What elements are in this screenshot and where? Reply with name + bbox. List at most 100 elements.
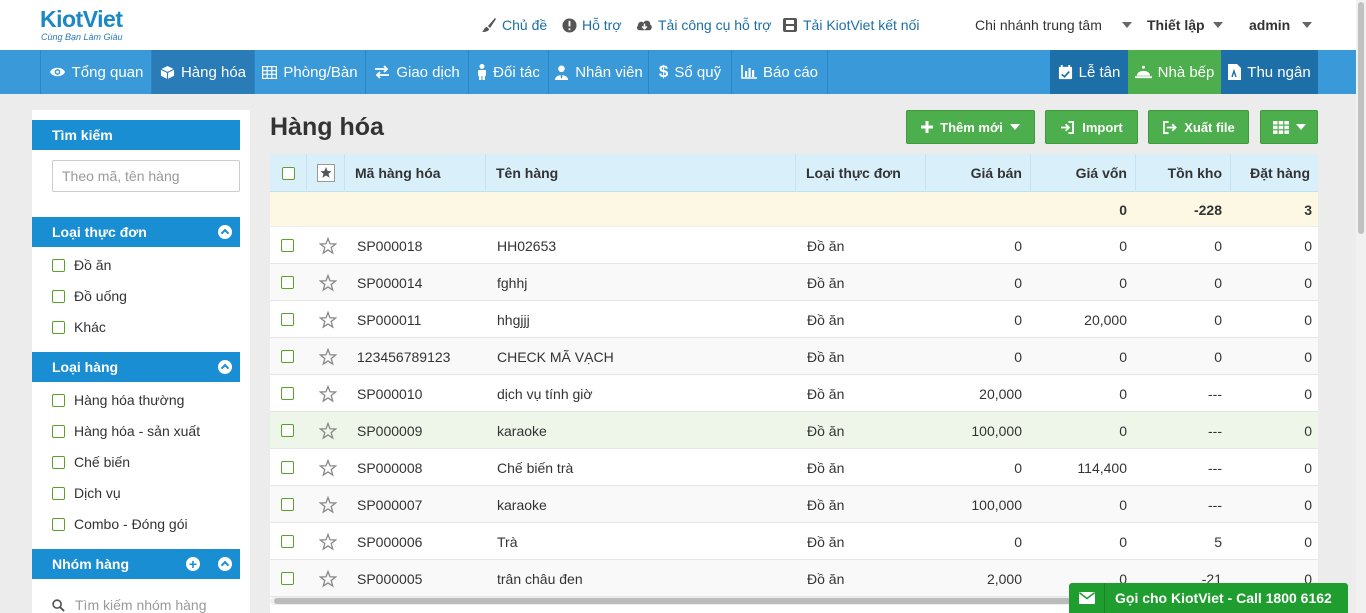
star-icon[interactable] — [319, 412, 339, 449]
star-icon[interactable] — [319, 227, 339, 264]
nav-cashier[interactable]: Thu ngân — [1221, 50, 1318, 94]
cell-code: SP000007 — [357, 496, 423, 513]
nav-staff[interactable]: Nhân viên — [549, 50, 649, 94]
product-search-input[interactable] — [52, 160, 240, 192]
checkbox[interactable] — [52, 455, 65, 469]
table-row[interactable]: SP000018 HH02653 Đồ ăn 0 0 0 0 — [270, 227, 1318, 264]
call-kiotviet-bar[interactable]: Gọi cho KiotViet - Call 1800 6162 — [1069, 583, 1348, 613]
row-checkbox[interactable] — [281, 313, 294, 326]
menu-type-drink[interactable]: Đồ uống — [52, 288, 127, 304]
main-nav: Tổng quan Hàng hóa Phòng/Bàn Giao dịch Đ… — [0, 50, 1356, 94]
table-row[interactable]: SP000011 hhgjjj Đồ ăn 0 20,000 0 0 — [270, 301, 1318, 338]
col-stock[interactable]: Tồn kho — [1135, 154, 1230, 192]
nav-rooms[interactable]: Phòng/Bàn — [255, 50, 366, 94]
nav-overview[interactable]: Tổng quan — [40, 50, 152, 94]
star-icon[interactable] — [319, 375, 339, 412]
col-cost[interactable]: Giá vốn — [1030, 154, 1135, 192]
goods-type-manufactured[interactable]: Hàng hóa - sản xuất — [52, 423, 200, 439]
col-ordered[interactable]: Đặt hàng — [1230, 154, 1318, 192]
star-icon[interactable] — [319, 560, 339, 597]
menu-type-food[interactable]: Đồ ăn — [52, 257, 111, 273]
group-search[interactable]: Tìm kiếm nhóm hàng — [52, 597, 207, 613]
table-row[interactable]: 123456789123 CHECK MÃ VẠCH Đồ ăn 0 0 0 0 — [270, 338, 1318, 375]
goods-type-processed[interactable]: Chế biến — [52, 454, 130, 470]
cell-ordered: 0 — [1304, 459, 1312, 476]
nav-transactions[interactable]: Giao dịch — [366, 50, 469, 94]
star-icon[interactable] — [319, 264, 339, 301]
goods-type-normal[interactable]: Hàng hóa thường — [52, 392, 184, 408]
download-tools-link[interactable]: Tải công cụ hỗ trợ — [636, 17, 771, 33]
checkbox[interactable] — [52, 320, 65, 334]
page-scrollbar-thumb[interactable] — [1358, 2, 1364, 234]
table-row[interactable]: SP000007 karaoke Đồ ăn 100,000 0 --- 0 — [270, 486, 1318, 523]
table-scrollbar-thumb[interactable] — [274, 598, 1174, 604]
add-new-button[interactable]: Thêm mới — [906, 110, 1035, 144]
menu-type-other[interactable]: Khác — [52, 319, 106, 335]
product-group-header[interactable]: Nhóm hàng + — [32, 549, 240, 579]
row-checkbox[interactable] — [281, 387, 294, 400]
row-checkbox[interactable] — [281, 535, 294, 548]
import-button[interactable]: Import — [1045, 110, 1138, 144]
row-checkbox[interactable] — [281, 276, 294, 289]
theme-link[interactable]: Chủ đề — [481, 17, 547, 33]
star-filled-icon[interactable] — [316, 164, 335, 182]
row-checkbox[interactable] — [281, 239, 294, 252]
star-icon[interactable] — [319, 523, 339, 560]
export-button[interactable]: Xuất file — [1148, 110, 1249, 144]
table-row[interactable]: SP000010 dịch vụ tính giờ Đồ ăn 20,000 0 --- 0 — [270, 375, 1318, 412]
branch-select[interactable]: Chi nhánh trung tâm — [975, 17, 1132, 33]
col-menu-type[interactable]: Loại thực đơn — [795, 154, 925, 192]
nav-reception[interactable]: Lễ tân — [1050, 50, 1128, 94]
col-name[interactable]: Tên hàng — [485, 154, 795, 192]
cell-cost: 0 — [1119, 385, 1127, 402]
info-circle-icon — [562, 17, 577, 33]
row-checkbox[interactable] — [281, 572, 294, 585]
row-checkbox[interactable] — [281, 424, 294, 437]
support-link[interactable]: Hỗ trợ — [562, 17, 622, 33]
add-group-icon[interactable]: + — [186, 557, 200, 571]
checkbox[interactable] — [52, 393, 65, 407]
collapse-icon[interactable] — [218, 360, 232, 374]
checkbox[interactable] — [52, 289, 65, 303]
table-row[interactable]: SP000009 karaoke Đồ ăn 100,000 0 --- 0 — [270, 412, 1318, 449]
checkbox[interactable] — [52, 258, 65, 272]
collapse-icon[interactable] — [218, 557, 232, 571]
settings-menu[interactable]: Thiết lập — [1147, 17, 1223, 33]
cell-name: hhgjjj — [497, 311, 530, 328]
col-price[interactable]: Giá bán — [925, 154, 1030, 192]
chevron-down-icon — [1302, 22, 1313, 28]
checkbox[interactable] — [52, 424, 65, 438]
collapse-icon[interactable] — [218, 225, 232, 239]
nav-cashbook[interactable]: $ Sổ quỹ — [649, 50, 732, 94]
table-row[interactable]: SP000008 Chế biến trà Đồ ăn 0 114,400 --- 0 — [270, 449, 1318, 486]
column-toggle-button[interactable] — [1260, 110, 1318, 144]
checkbox[interactable] — [52, 486, 65, 500]
page-scrollbar[interactable] — [1356, 0, 1366, 613]
nav-goods[interactable]: Hàng hóa — [152, 50, 255, 94]
select-all-checkbox[interactable] — [281, 166, 295, 180]
checkbox[interactable] — [52, 517, 65, 531]
goods-type-combo[interactable]: Combo - Đóng gói — [52, 516, 188, 532]
row-checkbox[interactable] — [281, 461, 294, 474]
summary-row: 0 -228 3 — [270, 192, 1318, 227]
goods-type-header[interactable]: Loại hàng — [32, 352, 240, 382]
row-checkbox[interactable] — [281, 498, 294, 511]
download-connect-link[interactable]: Tải KiotViet kết nối — [782, 17, 919, 33]
star-icon[interactable] — [319, 486, 339, 523]
nav-kitchen[interactable]: Nhà bếp — [1128, 50, 1221, 94]
menu-type-header[interactable]: Loại thực đơn — [32, 217, 240, 247]
star-icon[interactable] — [319, 449, 339, 486]
col-code[interactable]: Mã hàng hóa — [344, 154, 485, 192]
menu-type-label: Khác — [74, 319, 106, 335]
cell-price: 20,000 — [979, 385, 1022, 402]
kiotviet-logo[interactable]: KiotViet Cùng Bạn Làm Giàu — [40, 6, 123, 42]
star-icon[interactable] — [319, 338, 339, 375]
nav-partners[interactable]: Đối tác — [469, 50, 549, 94]
nav-reports[interactable]: Báo cáo — [732, 50, 828, 94]
star-icon[interactable] — [319, 301, 339, 338]
table-row[interactable]: SP000006 Trà Đồ ăn 0 0 5 0 — [270, 523, 1318, 560]
table-row[interactable]: SP000014 fghhj Đồ ăn 0 0 0 0 — [270, 264, 1318, 301]
goods-type-service[interactable]: Dịch vụ — [52, 485, 121, 501]
row-checkbox[interactable] — [281, 350, 294, 363]
user-menu[interactable]: admin — [1249, 17, 1313, 33]
